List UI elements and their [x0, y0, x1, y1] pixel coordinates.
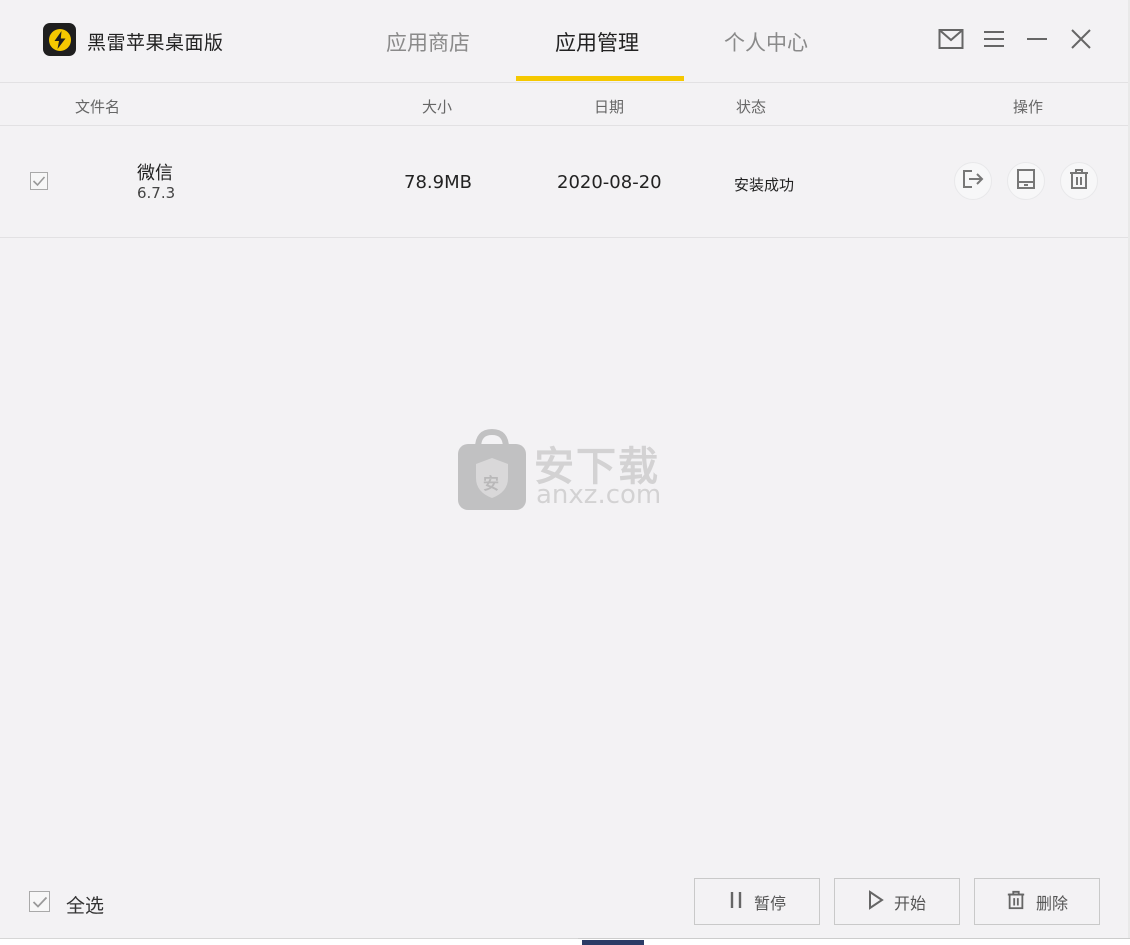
column-size: 大小	[422, 98, 453, 116]
column-date: 日期	[594, 98, 625, 116]
table-header: 文件名 大小 日期 状态 操作	[0, 83, 1128, 126]
play-icon	[868, 889, 884, 914]
pause-label: 暂停	[753, 893, 786, 913]
start-button[interactable]: 开始	[834, 878, 960, 925]
tab-app-management[interactable]: 应用管理	[555, 27, 639, 57]
app-name: 微信	[137, 163, 173, 184]
minimize-icon[interactable]	[1022, 24, 1052, 54]
delete-row-button[interactable]	[1060, 162, 1098, 200]
row-checkbox[interactable]	[30, 172, 48, 190]
menu-icon[interactable]	[979, 24, 1009, 54]
select-all-label[interactable]: 全选	[66, 891, 104, 918]
app-version: 6.7.3	[137, 184, 176, 202]
title-bar: 黑雷苹果桌面版 应用商店 应用管理 个人中心	[0, 0, 1128, 83]
trash-icon	[1006, 889, 1026, 915]
start-label: 开始	[893, 893, 926, 913]
background-thumbnail	[582, 940, 644, 945]
export-icon	[961, 168, 985, 194]
delete-label: 删除	[1035, 893, 1068, 913]
tab-personal-center[interactable]: 个人中心	[724, 27, 808, 57]
watermark-en-text: anxz.com	[536, 480, 662, 510]
install-icon	[1016, 168, 1036, 194]
table-row: 微信 6.7.3 78.9MB 2020-08-20 安装成功	[0, 126, 1128, 238]
app-title: 黑雷苹果桌面版	[87, 32, 224, 54]
file-size: 78.9MB	[404, 172, 472, 193]
trash-icon	[1068, 168, 1090, 194]
column-filename: 文件名	[75, 98, 121, 116]
lightning-bolt-icon	[43, 23, 76, 56]
pause-icon	[728, 891, 744, 913]
install-button[interactable]	[1007, 162, 1045, 200]
active-tab-indicator	[516, 76, 684, 81]
export-button[interactable]	[954, 162, 992, 200]
column-status: 状态	[736, 98, 767, 116]
install-status: 安装成功	[734, 176, 795, 194]
pause-button[interactable]: 暂停	[694, 878, 820, 925]
select-all-checkbox[interactable]	[29, 891, 50, 912]
watermark-badge: 安	[483, 474, 500, 493]
mail-icon[interactable]	[936, 24, 966, 54]
close-icon[interactable]	[1066, 24, 1096, 54]
file-date: 2020-08-20	[557, 172, 662, 193]
app-window: 黑雷苹果桌面版 应用商店 应用管理 个人中心 文件名 大小 日期 状态 操作 微…	[0, 0, 1129, 939]
tab-app-store[interactable]: 应用商店	[386, 27, 470, 57]
delete-button[interactable]: 删除	[974, 878, 1100, 925]
watermark: 安 安下载 anxz.com	[456, 428, 676, 518]
column-actions: 操作	[1013, 98, 1044, 116]
